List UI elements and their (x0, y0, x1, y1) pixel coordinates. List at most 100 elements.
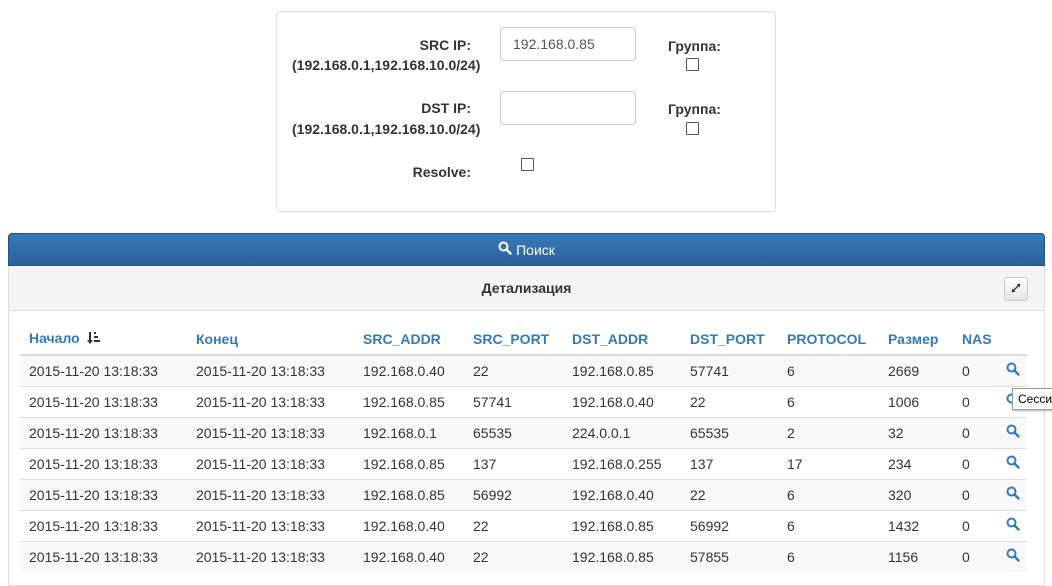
table-cell: 192.168.0.85 (354, 447, 464, 479)
table-cell: 22 (464, 509, 563, 541)
src-ip-input[interactable] (500, 27, 636, 61)
table-cell: 2015-11-20 13:18:33 (187, 540, 354, 572)
table-cell: 2015-11-20 13:18:33 (20, 416, 187, 448)
table-cell: 6 (778, 354, 879, 386)
search-icon[interactable] (1006, 486, 1022, 502)
collapse-button[interactable] (1004, 277, 1028, 301)
table-cell: 0 (953, 540, 997, 572)
column-header-size[interactable]: Размер (879, 324, 953, 356)
table-cell: 2015-11-20 13:18:33 (20, 354, 187, 386)
table-cell: 2015-11-20 13:18:33 (187, 385, 354, 417)
search-icon[interactable] (1006, 362, 1022, 378)
table-cell: 2 (778, 416, 879, 448)
column-header-dst-addr[interactable]: DST_ADDR (563, 324, 681, 356)
table-cell: 2015-11-20 13:18:33 (20, 478, 187, 510)
table-cell: 2015-11-20 13:18:33 (20, 447, 187, 479)
resolve-checkbox[interactable] (521, 158, 534, 171)
search-button[interactable]: Поиск (8, 233, 1045, 266)
row-action-cell (997, 416, 1027, 448)
table-cell: 56992 (681, 509, 778, 541)
table-row: 2015-11-20 13:18:33 2015-11-20 13:18:33 19… (20, 540, 1027, 572)
table-cell: 137 (464, 447, 563, 479)
table-cell: 2015-11-20 13:18:33 (187, 478, 354, 510)
results-title: Детализация (481, 280, 572, 296)
dst-ip-input[interactable] (500, 91, 636, 125)
column-header-src-port[interactable]: SRC_PORT (464, 324, 563, 356)
table-row: 2015-11-20 13:18:33 2015-11-20 13:18:33 19… (20, 354, 1027, 386)
table-row: 2015-11-20 13:18:33 2015-11-20 13:18:33 19… (20, 478, 1027, 510)
filter-form: SRC IP: (192.168.0.1,192.168.10.0/24) Гр… (276, 11, 776, 212)
dst-group-label: Группа: (668, 101, 721, 117)
search-button-label: Поиск (516, 241, 555, 258)
table-cell: 22 (681, 385, 778, 417)
table-cell: 2015-11-20 13:18:33 (187, 447, 354, 479)
src-ip-label: SRC IP: (419, 37, 471, 53)
column-header-end[interactable]: Конец (187, 324, 354, 356)
table-cell: 320 (879, 478, 953, 510)
table-cell: 192.168.0.85 (563, 354, 681, 386)
table-cell: 0 (953, 478, 997, 510)
column-header-protocol[interactable]: PROTOCOL (778, 324, 879, 356)
sort-amount-desc-icon (86, 331, 101, 348)
search-icon (498, 241, 512, 258)
table-cell: 32 (879, 416, 953, 448)
search-icon[interactable] (1006, 517, 1022, 533)
table-cell: 192.168.0.255 (563, 447, 681, 479)
search-icon[interactable] (1006, 424, 1022, 440)
search-icon[interactable] (1006, 455, 1022, 471)
table-row: 2015-11-20 13:18:33 2015-11-20 13:18:33 19… (20, 447, 1027, 479)
row-action-cell (997, 478, 1027, 510)
table-cell: 6 (778, 385, 879, 417)
table-cell: 1156 (879, 540, 953, 572)
table-cell: 22 (464, 354, 563, 386)
row-action-cell (997, 354, 1027, 386)
table-cell: 192.168.0.85 (354, 478, 464, 510)
table-cell: 192.168.0.1 (354, 416, 464, 448)
table-cell: 192.168.0.40 (563, 385, 681, 417)
table-cell: 57741 (681, 354, 778, 386)
dst-group-checkbox[interactable] (686, 122, 699, 135)
dst-ip-hint: (192.168.0.1,192.168.10.0/24) (292, 121, 481, 137)
column-header-start[interactable]: Начало (20, 324, 187, 356)
table-cell: 192.168.0.40 (354, 509, 464, 541)
table-cell: 2015-11-20 13:18:33 (187, 354, 354, 386)
table-cell: 65535 (681, 416, 778, 448)
table-cell: 234 (879, 447, 953, 479)
column-header-dst-port[interactable]: DST_PORT (681, 324, 778, 356)
table-cell: 6 (778, 540, 879, 572)
table-cell: 2669 (879, 354, 953, 386)
row-action-cell (997, 509, 1027, 541)
column-header-src-addr[interactable]: SRC_ADDR (354, 324, 464, 356)
table-cell: 0 (953, 354, 997, 386)
table-cell: 65535 (464, 416, 563, 448)
results-table: Начало Конец SRC_ADDR SRC_PORT DST_ADDR … (20, 324, 1027, 572)
column-header-action (997, 324, 1027, 356)
table-cell: 192.168.0.85 (563, 540, 681, 572)
table-cell: 1432 (879, 509, 953, 541)
table-row: 2015-11-20 13:18:33 2015-11-20 13:18:33 19… (20, 385, 1027, 417)
table-cell: 2015-11-20 13:18:33 (187, 509, 354, 541)
table-cell: 0 (953, 509, 997, 541)
resolve-label: Resolve: (412, 164, 471, 180)
table-cell: 17 (778, 447, 879, 479)
table-cell: 2015-11-20 13:18:33 (20, 509, 187, 541)
results-panel: Детализация Начало Конец SRC_ADDR SRC_PO… (8, 266, 1045, 586)
table-header-row: Начало Конец SRC_ADDR SRC_PORT DST_ADDR … (20, 324, 1027, 356)
column-header-label: Начало (29, 330, 80, 346)
src-group-checkbox[interactable] (686, 58, 699, 71)
search-icon[interactable] (1006, 548, 1022, 564)
table-cell: 6 (778, 478, 879, 510)
table-row: 2015-11-20 13:18:33 2015-11-20 13:18:33 19… (20, 509, 1027, 541)
table-cell: 137 (681, 447, 778, 479)
table-cell: 2015-11-20 13:18:33 (20, 385, 187, 417)
table-cell: 192.168.0.85 (563, 509, 681, 541)
src-ip-hint: (192.168.0.1,192.168.10.0/24) (292, 57, 481, 73)
table-cell: 22 (681, 478, 778, 510)
table-cell: 192.168.0.40 (563, 478, 681, 510)
table-cell: 1006 (879, 385, 953, 417)
table-cell: 0 (953, 385, 997, 417)
table-cell: 192.168.0.40 (354, 354, 464, 386)
compress-icon (1010, 281, 1022, 297)
column-header-nas[interactable]: NAS (953, 324, 997, 356)
row-action-cell (997, 447, 1027, 479)
